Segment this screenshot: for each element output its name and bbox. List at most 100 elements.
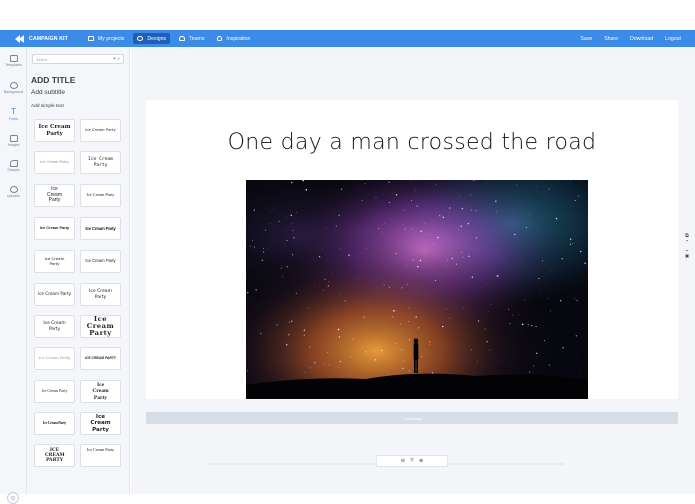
zoom-controls: ⊖ ⤧ ⊕ (376, 455, 448, 467)
zoom-out-icon[interactable]: ⊖ (401, 458, 405, 464)
move-down-icon[interactable]: ⌄ (685, 247, 690, 253)
font-tile[interactable]: Ice Cream Party (80, 217, 121, 240)
rail-label: Fonts (9, 117, 18, 121)
font-sample: ICE CREAM PARTY (45, 448, 64, 464)
font-tile[interactable]: Ice Cream Party (80, 283, 121, 306)
font-sample: Ice Cream Party (81, 316, 120, 336)
font-tile[interactable]: ICE CREAM PARTY (80, 347, 121, 370)
font-tile[interactable]: Ice Cream Party (34, 412, 75, 435)
logo-icon (15, 35, 26, 43)
add-subtitle-button[interactable]: Add subtitle (31, 89, 65, 96)
font-tile[interactable]: Ice Cream Party (80, 250, 121, 273)
search-placeholder: Select... (36, 57, 50, 62)
nav-my-projects[interactable]: My projects (84, 33, 129, 44)
brand-name: CAMPAIGN KIT (29, 36, 68, 42)
rail-label: Background (4, 90, 23, 94)
font-sample: Ice Cream Party (81, 226, 120, 231)
font-sample: Ice Cream Party (35, 226, 74, 230)
rail-fonts[interactable]: T Fonts (0, 108, 27, 121)
share-button[interactable]: Share (604, 36, 618, 42)
rail-templates[interactable]: Templates (0, 55, 27, 67)
font-tile[interactable]: Ice Cream Party (80, 184, 121, 207)
font-tile[interactable]: Ice Cream Party (34, 283, 75, 306)
zoom-in-icon[interactable]: ⊕ (419, 458, 423, 464)
duplicate-icon[interactable]: ⧉ (685, 233, 689, 239)
text-icon: T (10, 108, 18, 116)
night-sky-image (246, 180, 588, 399)
font-sample: Ice Cream Party (35, 124, 74, 137)
font-tile[interactable]: Ice Cream Party (34, 347, 75, 370)
font-sample: Ice Cream Party (35, 389, 74, 394)
font-tile[interactable]: Ice Cream Party (34, 315, 75, 338)
font-sample: Ice Cream Party (43, 257, 66, 266)
tool-rail: Templates Background T Fonts Images Shap… (0, 47, 27, 494)
font-tile[interactable]: Ice Cream Party (80, 412, 121, 435)
font-tile[interactable]: Ice Cream Party (80, 444, 121, 467)
add-simple-text-button[interactable]: Add simple text (31, 104, 64, 109)
logout-button[interactable]: Logout (665, 36, 681, 42)
nav-designs[interactable]: Designs (133, 33, 170, 44)
nav-label: Teams (189, 36, 204, 42)
add-title-button[interactable]: ADD TITLE (31, 75, 75, 85)
font-tile[interactable]: Ice Cream Party (34, 184, 75, 207)
background-icon (10, 82, 18, 89)
font-sample: Ice Cream Party (89, 414, 112, 433)
rail-background[interactable]: Background (0, 82, 27, 94)
font-search-input[interactable]: Select... ▾ ⌕ (32, 54, 124, 64)
font-tile[interactable]: Ice Cream Party (80, 151, 121, 174)
rail-shapes[interactable]: Shapes (0, 160, 27, 172)
headline-text[interactable]: One day a man crossed the road (146, 130, 678, 155)
font-tile[interactable]: Ice Cream Party (34, 151, 75, 174)
font-sample: Ice Cream Party (35, 292, 74, 297)
move-up-icon[interactable]: ⌃ (685, 240, 690, 246)
font-sample: ICE CREAM PARTY (81, 357, 120, 361)
font-sample: Ice Cream Party (81, 193, 120, 198)
font-tile[interactable]: Ice Cream Party (80, 380, 121, 403)
font-sample: Ice Cream Party (43, 321, 66, 331)
top-blank-area (0, 0, 695, 30)
nav-actions: Save Share Download Logout (568, 36, 681, 42)
page-side-tools: ⧉ ⌃ ⌄ ✖ (683, 233, 691, 260)
font-tile[interactable]: Ice Cream Party (80, 315, 121, 338)
font-sample: Ice Cream Party (89, 289, 112, 299)
rail-images[interactable]: Images (0, 135, 27, 147)
font-sample: Ice Cream Party (81, 259, 120, 264)
rail-label: Templates (5, 63, 21, 67)
nav-teams[interactable]: Teams (175, 33, 208, 44)
delete-icon[interactable]: ✖ (685, 254, 690, 260)
brand-logo[interactable]: CAMPAIGN KIT (15, 35, 68, 43)
templates-icon (10, 55, 18, 62)
font-sample: Ice Cream Party (89, 382, 112, 401)
rail-label: Uploads (7, 194, 20, 198)
rail-uploads[interactable]: Uploads (0, 186, 27, 198)
rail-label: Shapes (7, 168, 19, 172)
nav-label: Designs (147, 36, 166, 42)
shapes-icon (10, 160, 18, 167)
font-tile[interactable]: Ice Cream Party (80, 119, 121, 142)
bulb-icon (217, 36, 222, 41)
font-sample: Ice Cream Party (35, 356, 74, 360)
galaxy-photo[interactable] (246, 180, 588, 399)
add-page-button[interactable]: + add page (146, 412, 678, 424)
font-tile[interactable]: Ice Cream Party (34, 380, 75, 403)
font-tile[interactable]: ICE CREAM PARTY (34, 444, 75, 467)
top-navbar: CAMPAIGN KIT My projects Designs Teams I… (0, 30, 695, 47)
download-button[interactable]: Download (630, 36, 653, 42)
font-tile[interactable]: Ice Cream Party (34, 217, 75, 240)
save-button[interactable]: Save (580, 36, 592, 42)
font-sample: Ice Cream Party (35, 160, 74, 164)
font-tile[interactable]: Ice Cream Party (34, 250, 75, 273)
search-icon: ▾ ⌕ (113, 56, 120, 62)
font-sample: Ice Cream Party (87, 157, 114, 168)
user-icon (179, 36, 185, 41)
upload-icon (10, 186, 18, 193)
font-sample: Ice Cream Party (35, 421, 74, 425)
font-tile[interactable]: Ice Cream Party (34, 119, 75, 142)
font-sample: Ice Cream Party (43, 187, 66, 204)
nav-inspiration[interactable]: Inspiration (213, 33, 254, 44)
font-sample: Ice Cream Party (81, 448, 120, 453)
image-icon (10, 135, 18, 142)
fit-icon[interactable]: ⤧ (410, 458, 414, 464)
nav-label: My projects (98, 36, 125, 42)
font-sample: Ice Cream Party (81, 128, 120, 132)
